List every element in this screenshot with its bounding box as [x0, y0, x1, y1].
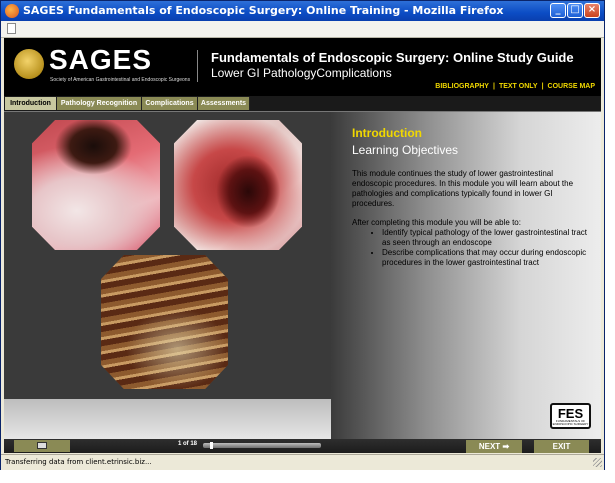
minimize-button[interactable]: _ — [550, 3, 566, 18]
page-indicator: 1 of 18 — [178, 441, 198, 447]
list-item: Identify typical pathology of the lower … — [382, 228, 595, 248]
module-subtitle: Lower GI PathologyComplications — [211, 66, 392, 80]
firefox-icon — [5, 4, 19, 18]
arrow-right-icon: ➡ — [502, 442, 510, 451]
tab-introduction[interactable]: Introduction — [5, 97, 57, 110]
browser-window: SAGES Fundamentals of Endoscopic Surgery… — [0, 0, 605, 470]
tab-complications[interactable]: Complications — [142, 97, 198, 110]
section-tabs: Introduction Pathology Recognition Compl… — [4, 96, 601, 112]
image-panel — [4, 112, 331, 439]
next-button[interactable]: NEXT ➡ — [466, 440, 522, 453]
window-title: SAGES Fundamentals of Endoscopic Surgery… — [23, 4, 504, 17]
objectives-intro: After completing this module you will be… — [352, 218, 521, 227]
endoscopic-image-3 — [101, 255, 228, 389]
endoscopic-image-2 — [174, 120, 302, 250]
bibliography-link[interactable]: BIBLIOGRAPHY — [435, 83, 489, 90]
course-app: SAGES Society of American Gastrointestin… — [4, 38, 601, 453]
printer-icon — [37, 442, 47, 449]
tab-assessments[interactable]: Assessments — [198, 97, 250, 110]
course-header: SAGES Society of American Gastrointestin… — [4, 38, 601, 96]
page-icon — [7, 23, 16, 34]
maximize-button[interactable]: □ — [567, 3, 583, 18]
course-footer: 1 of 18 NEXT ➡ EXIT — [4, 439, 601, 453]
print-button[interactable] — [14, 440, 70, 452]
course-title: Fundamentals of Endoscopic Surgery: Onli… — [211, 50, 574, 65]
course-map-link[interactable]: COURSE MAP — [548, 83, 595, 90]
sages-seal-logo — [14, 49, 44, 79]
header-links: BIBLIOGRAPHY | TEXT ONLY | COURSE MAP — [435, 83, 595, 90]
resize-grip[interactable] — [593, 458, 602, 467]
endoscopic-image-1 — [32, 120, 160, 250]
section-subheading: Learning Objectives — [352, 143, 459, 157]
logo-subtitle: Society of American Gastrointestinal and… — [50, 77, 191, 83]
text-only-link[interactable]: TEXT ONLY — [499, 83, 538, 90]
section-heading: Introduction — [352, 126, 422, 140]
objectives-list: Identify typical pathology of the lower … — [352, 228, 595, 268]
fes-badge-logo: FES FUNDAMENTALS OF ENDOSCOPIC SURGERY — [550, 403, 591, 429]
logo-text: SAGES — [49, 44, 153, 75]
title-bar: SAGES Fundamentals of Endoscopic Surgery… — [1, 1, 604, 21]
section-body: This module continues the study of lower… — [352, 169, 595, 268]
text-panel: Introduction Learning Objectives This mo… — [331, 112, 601, 439]
progress-thumb[interactable] — [209, 442, 213, 449]
image-panel-footer — [4, 399, 331, 439]
header-divider — [197, 50, 198, 82]
status-text: Transferring data from client.etrinsic.b… — [5, 458, 152, 466]
status-bar: Transferring data from client.etrinsic.b… — [1, 454, 604, 470]
intro-paragraph: This module continues the study of lower… — [352, 169, 574, 208]
list-item: Describe complications that may occur du… — [382, 248, 595, 268]
progress-track[interactable] — [203, 442, 321, 449]
next-label: NEXT — [478, 442, 501, 451]
url-bar[interactable] — [1, 21, 604, 38]
close-button[interactable]: × — [584, 3, 600, 18]
tab-pathology-recognition[interactable]: Pathology Recognition — [57, 97, 142, 110]
exit-button[interactable]: EXIT — [534, 440, 589, 453]
fes-badge-subtext: FUNDAMENTALS OF ENDOSCOPIC SURGERY — [552, 419, 589, 426]
